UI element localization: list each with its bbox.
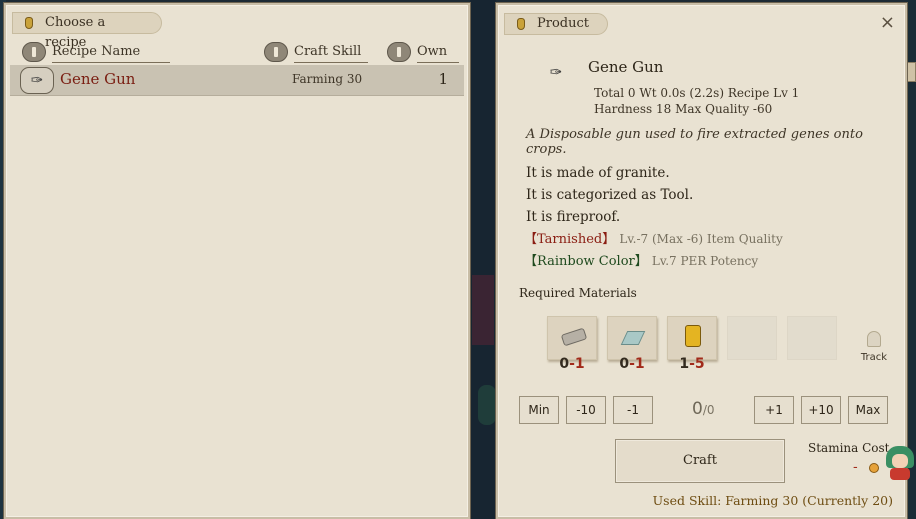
required-materials-label: Required Materials — [519, 286, 637, 300]
used-skill-text: Used Skill: Farming 30 (Currently 20) — [652, 493, 893, 508]
enchant-rainbow-color: 【Rainbow Color】 Lv.7 PER Potency — [524, 250, 758, 269]
sort-icon — [387, 42, 411, 62]
product-stats-line-2: Hardness 18 Max Quality -60 — [594, 102, 773, 116]
enchant-name: 【Tarnished】 — [524, 232, 616, 247]
sort-by-skill-button[interactable]: Craft Skill — [264, 42, 368, 63]
material-have: 0 — [559, 356, 570, 372]
quantity-min-button[interactable]: Min — [519, 396, 559, 424]
recipe-skill: Farming 30 — [292, 72, 363, 86]
map-building — [472, 275, 494, 345]
jar-material-icon — [668, 317, 716, 359]
material-have: 1 — [679, 356, 690, 372]
track-label: Track — [860, 352, 888, 363]
material-slot-3[interactable] — [667, 316, 717, 360]
product-panel: Product × ✑ Gene Gun Total 0 Wt 0.0s (2.… — [496, 3, 907, 519]
product-stats: Total 0 Wt 0.0s (2.2s) Recipe Lv 1 Hardn… — [594, 85, 799, 117]
enchant-name: 【Rainbow Color】 — [524, 254, 648, 269]
sort-by-own-button[interactable]: Own — [387, 42, 459, 63]
gene-gun-icon: ✑ — [549, 63, 563, 81]
log-material-icon — [548, 317, 596, 359]
stamina-icon — [869, 463, 879, 473]
enchant-tarnished: 【Tarnished】 Lv.-7 (Max -6) Item Quality — [524, 228, 783, 247]
material-count: 0-1 — [607, 356, 657, 372]
material-have: 0 — [619, 356, 630, 372]
map-background-right — [906, 0, 916, 519]
product-fact: It is categorized as Tool. — [526, 187, 694, 203]
map-background-middle — [470, 0, 496, 519]
bell-icon — [867, 331, 881, 347]
shield-icon — [25, 17, 33, 29]
product-panel-title: Product — [504, 13, 608, 35]
product-facts: It is made of granite. It is categorized… — [526, 162, 693, 228]
track-button[interactable]: Track — [856, 331, 892, 363]
material-slot-2[interactable] — [607, 316, 657, 360]
stamina-cost-value: - — [853, 460, 858, 475]
material-need: -1 — [569, 356, 585, 372]
craft-button[interactable]: Craft — [615, 439, 785, 483]
quantity-minus-10-button[interactable]: -10 — [566, 396, 606, 424]
recipe-own-count: 1 — [438, 70, 448, 88]
enchant-detail: Lv.7 PER Potency — [651, 254, 759, 268]
material-need: -5 — [689, 356, 705, 372]
quantity-plus-10-button[interactable]: +10 — [801, 396, 841, 424]
gene-gun-icon: ✑ — [20, 67, 54, 94]
stamina-cost-label: Stamina Cost — [808, 441, 890, 455]
material-count: 0-1 — [547, 356, 597, 372]
quantity-value: 0 — [692, 399, 703, 419]
product-description: A Disposable gun used to fire extracted … — [526, 127, 863, 157]
recipe-name: Gene Gun — [60, 70, 136, 88]
sort-icon — [264, 42, 288, 62]
material-slot-empty — [787, 316, 837, 360]
column-header-own: Own — [417, 42, 459, 63]
column-header-skill: Craft Skill — [294, 42, 368, 63]
map-tree — [478, 385, 496, 425]
recipe-panel: Choose a recipe Recipe Name Craft Skill … — [4, 3, 470, 519]
material-slot-empty — [727, 316, 777, 360]
material-count: 1-5 — [667, 356, 717, 372]
product-fact: It is fireproof. — [526, 209, 621, 225]
quantity-plus-1-button[interactable]: +1 — [754, 396, 794, 424]
product-fact: It is made of granite. — [526, 165, 670, 181]
column-header-name: Recipe Name — [52, 42, 170, 63]
product-name: Gene Gun — [588, 58, 664, 76]
gem-material-icon — [608, 317, 656, 359]
material-need: -1 — [629, 356, 645, 372]
quantity-minus-1-button[interactable]: -1 — [613, 396, 653, 424]
enchant-detail: Lv.-7 (Max -6) Item Quality — [619, 232, 783, 246]
sort-by-name-button[interactable]: Recipe Name — [22, 42, 170, 63]
shield-icon — [517, 18, 525, 30]
quantity-max-button[interactable]: Max — [848, 396, 888, 424]
recipe-list-header: Recipe Name Craft Skill Own — [6, 39, 468, 65]
close-button[interactable]: × — [880, 14, 895, 32]
material-slot-1[interactable] — [547, 316, 597, 360]
recipe-row-gene-gun[interactable]: ✑ Gene Gun Farming 30 1 — [10, 65, 464, 96]
sort-icon — [22, 42, 46, 62]
product-stats-line-1: Total 0 Wt 0.0s (2.2s) Recipe Lv 1 — [594, 86, 800, 100]
player-avatar[interactable] — [884, 444, 916, 480]
recipe-panel-title: Choose a recipe — [12, 12, 162, 50]
product-panel-title-text: Product — [537, 16, 589, 31]
side-tab[interactable] — [907, 62, 916, 82]
quantity-max: /0 — [702, 403, 715, 417]
quantity-display: 0/0 — [692, 399, 715, 419]
